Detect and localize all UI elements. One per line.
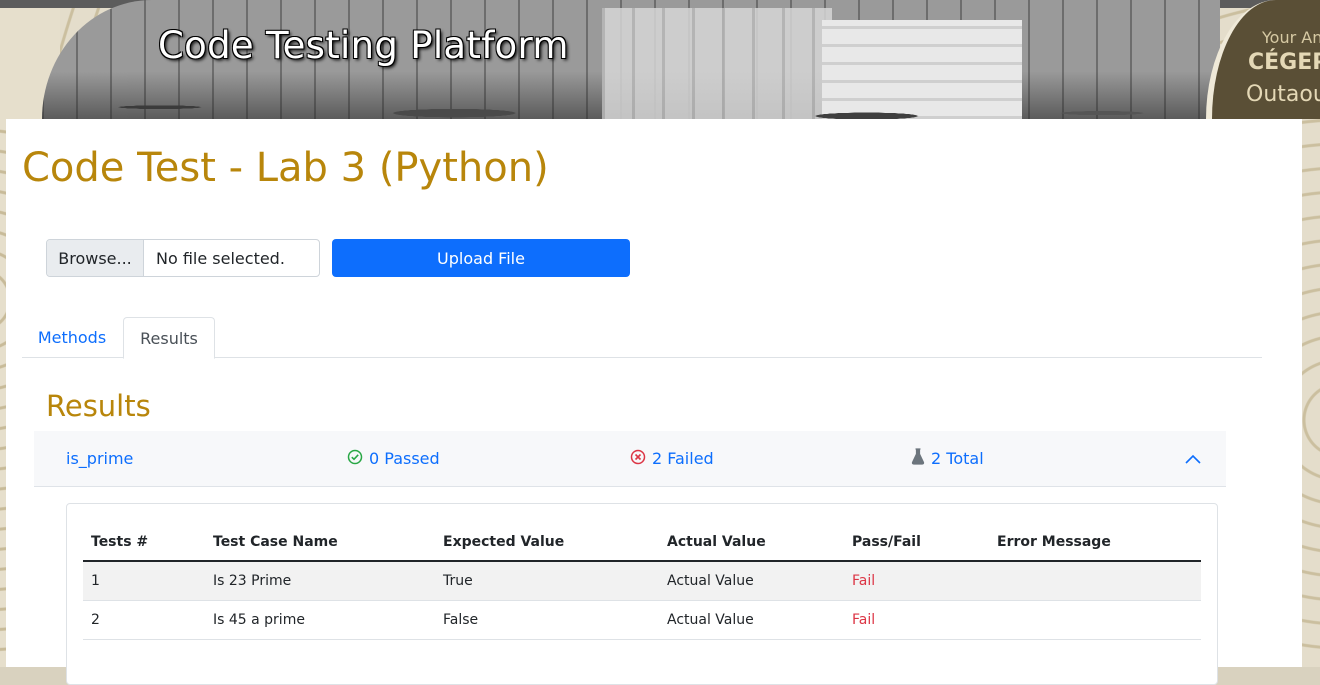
cell-pass-fail: Fail: [844, 600, 989, 640]
tab-methods[interactable]: Methods: [22, 317, 122, 357]
tab-bar: Methods Results: [22, 317, 1262, 359]
passed-count-label: 0 Passed: [369, 449, 440, 468]
total-count-label: 2 Total: [931, 449, 984, 468]
cell-test-number: 2: [83, 600, 205, 640]
site-header: Code Testing Platform Your Ang CÉGEP Out…: [0, 0, 1320, 119]
file-status-label: No file selected.: [156, 248, 285, 268]
upload-file-button[interactable]: Upload File: [332, 239, 630, 277]
cell-actual-value: Actual Value: [659, 600, 844, 640]
cell-test-case-name: Is 23 Prime: [205, 561, 435, 601]
cell-expected-value: False: [435, 600, 659, 640]
failed-count: 2 Failed: [630, 431, 714, 486]
browse-button[interactable]: Browse...: [47, 240, 144, 276]
col-error-message: Error Message: [989, 524, 1201, 562]
col-pass-fail: Pass/Fail: [844, 524, 989, 562]
results-heading: Results: [46, 389, 151, 423]
site-title: Code Testing Platform: [158, 24, 569, 67]
check-circle-icon: [347, 449, 363, 469]
chevron-up-icon[interactable]: [1184, 431, 1202, 486]
cell-pass-fail: Fail: [844, 561, 989, 601]
tab-results[interactable]: Results: [123, 317, 215, 359]
page-title: Code Test - Lab 3 (Python): [22, 145, 549, 191]
cell-error-message: [989, 600, 1201, 640]
total-count: 2 Total: [911, 431, 984, 486]
results-table: Tests # Test Case Name Expected Value Ac…: [83, 524, 1201, 640]
flask-icon: [911, 448, 925, 469]
col-actual-value: Actual Value: [659, 524, 844, 562]
brand-name: CÉGEP: [1248, 50, 1320, 75]
file-input[interactable]: Browse... No file selected.: [46, 239, 320, 277]
table-row: 1 Is 23 Prime True Actual Value Fail: [83, 561, 1201, 601]
col-test-case-name: Test Case Name: [205, 524, 435, 562]
method-name[interactable]: is_prime: [66, 431, 133, 486]
x-circle-icon: [630, 449, 646, 469]
col-test-number: Tests #: [83, 524, 205, 562]
brand-subtitle: Outaou: [1246, 82, 1320, 107]
cell-error-message: [989, 561, 1201, 601]
cell-expected-value: True: [435, 561, 659, 601]
banner-trees: [42, 60, 1220, 119]
table-header-row: Tests # Test Case Name Expected Value Ac…: [83, 524, 1201, 562]
brand-logo[interactable]: Your Ang CÉGEP Outaou: [1206, 0, 1320, 119]
passed-count: 0 Passed: [347, 431, 440, 486]
cell-actual-value: Actual Value: [659, 561, 844, 601]
brand-tagline: Your Ang: [1262, 28, 1320, 47]
failed-count-label: 2 Failed: [652, 449, 714, 468]
cell-test-case-name: Is 45 a prime: [205, 600, 435, 640]
table-row: 2 Is 45 a prime False Actual Value Fail: [83, 600, 1201, 640]
main-content: Code Test - Lab 3 (Python) Browse... No …: [6, 119, 1302, 685]
cell-test-number: 1: [83, 561, 205, 601]
col-expected-value: Expected Value: [435, 524, 659, 562]
method-accordion-header[interactable]: is_prime 0 Passed 2 Failed 2 Total: [34, 431, 1226, 487]
results-card: Tests # Test Case Name Expected Value Ac…: [66, 503, 1218, 685]
